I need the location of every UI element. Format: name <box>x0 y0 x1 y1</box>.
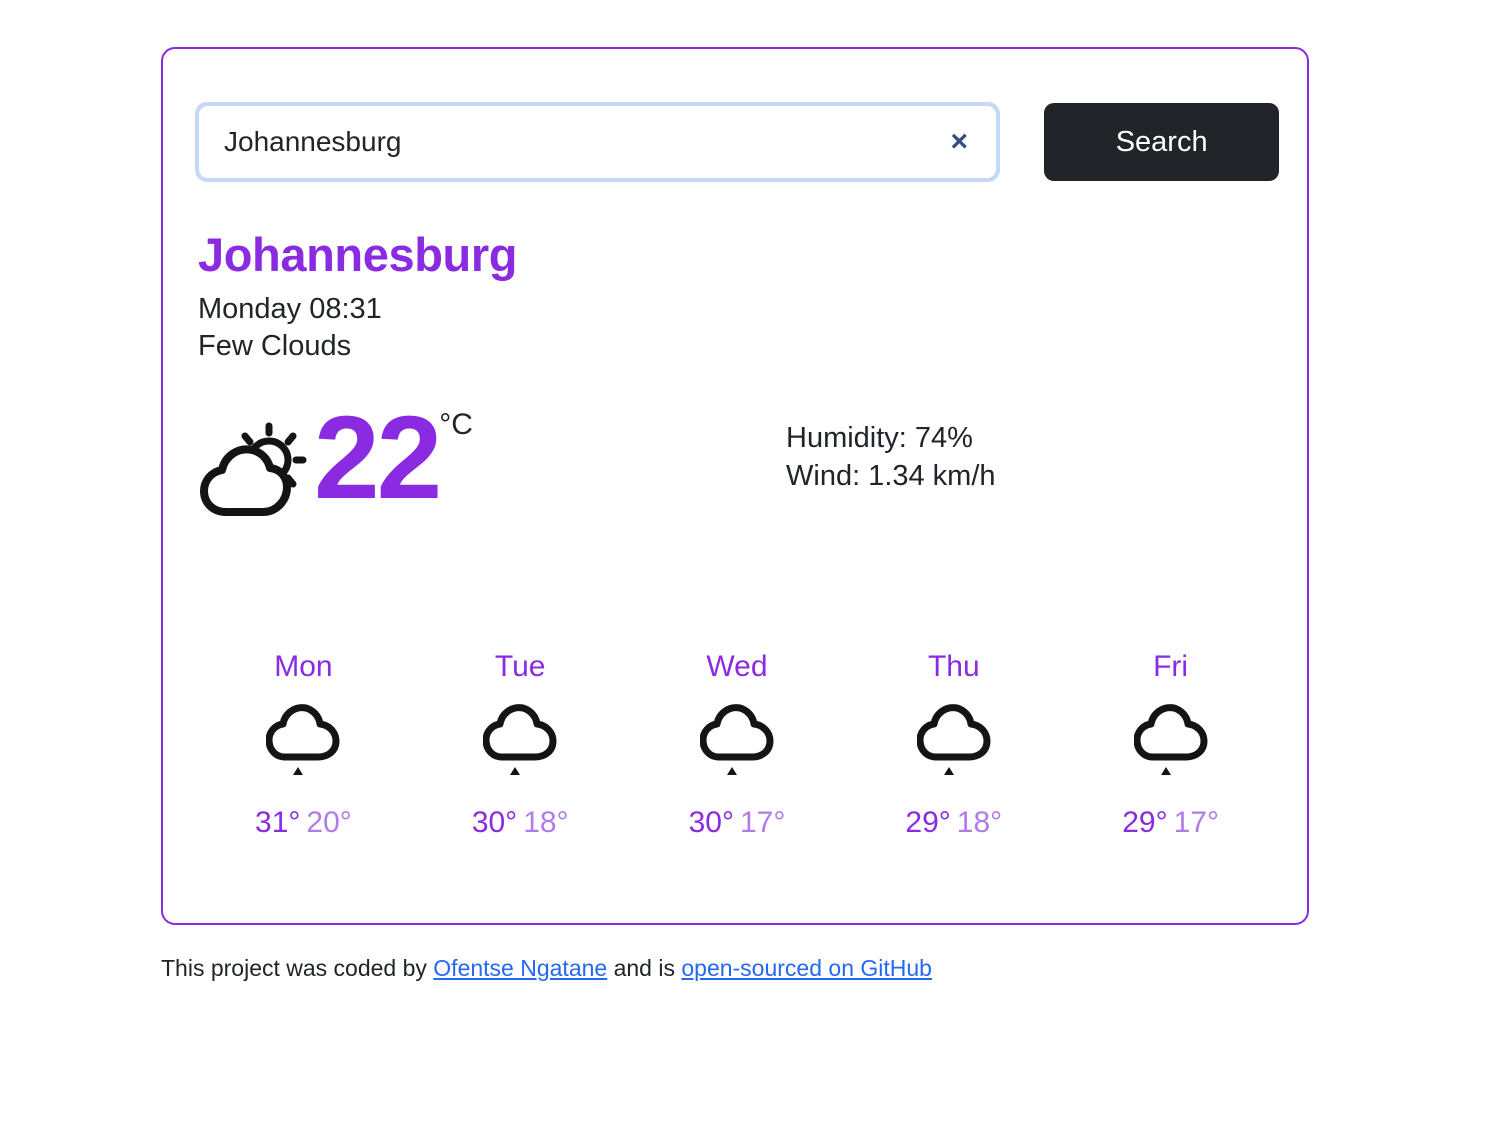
humidity-value: Humidity: 74% <box>786 422 973 455</box>
forecast-day-wed: Wed 30° 17° <box>629 649 846 841</box>
forecast-temp-max: 31° <box>255 806 301 839</box>
raindrop-shape <box>726 767 737 775</box>
footer-credit: This project was coded by Ofentse Ngatan… <box>161 955 932 982</box>
forecast-day-label: Tue <box>494 650 546 683</box>
weather-app-page: × Search Johannesburg Monday 08:31 Few C… <box>0 0 1501 1146</box>
current-description: Few Clouds <box>198 330 352 363</box>
forecast-temp-max: 30° <box>688 806 734 839</box>
rain-cloud-icon <box>266 704 340 775</box>
forecast-day-temps: 29° 17° <box>1062 805 1279 841</box>
search-input-wrapper: × <box>195 102 1001 182</box>
forecast-day-temps: 29° 18° <box>845 805 1062 841</box>
few-clouds-icon <box>200 422 307 517</box>
forecast-day-tue: Tue 30° 18° <box>412 649 629 841</box>
forecast-row: Mon 31° 20° Tue 30° 18° Wed 30° 17° Thu … <box>195 649 1279 841</box>
forecast-temp-max: 30° <box>471 806 518 839</box>
raindrop-shape <box>943 767 954 775</box>
forecast-day-thu: Thu 29° 18° <box>845 649 1062 841</box>
weather-card: × Search Johannesburg Monday 08:31 Few C… <box>161 47 1309 925</box>
city-name: Johannesburg <box>198 228 518 281</box>
current-conditions: Johannesburg Monday 08:31 Few Clouds 22 … <box>198 228 1278 528</box>
current-datetime: Monday 08:31 <box>198 292 382 325</box>
forecast-day-mon: Mon 31° 20° <box>195 649 412 841</box>
search-row: × Search <box>195 102 1279 182</box>
forecast-day-label: Mon <box>274 650 333 683</box>
forecast-temp-min: 18° <box>523 806 569 839</box>
temperature-unit: °C <box>439 408 473 442</box>
forecast-temp-min: 20° <box>306 806 352 839</box>
forecast-temp-min: 17° <box>1173 806 1219 839</box>
forecast-temp-max: 29° <box>1122 806 1168 839</box>
search-button[interactable]: Search <box>1044 103 1279 181</box>
clear-icon[interactable]: × <box>944 127 974 157</box>
rain-cloud-icon <box>699 704 774 775</box>
forecast-day-label: Thu <box>927 650 980 683</box>
forecast-temp-min: 17° <box>739 806 786 839</box>
forecast-day-fri: Fri 29° 17° <box>1062 649 1279 841</box>
current-readout-row: 22 °C Humidity: 74% Wind: 1.34 km/h <box>198 392 1278 528</box>
raindrop-shape <box>293 767 304 775</box>
temperature-group: 22 °C <box>198 392 758 528</box>
search-input[interactable] <box>199 106 997 178</box>
forecast-day-temps: 31° 20° <box>195 805 412 841</box>
temperature-value: 22 <box>314 392 442 525</box>
wind-value: Wind: 1.34 km/h <box>786 459 996 492</box>
author-link[interactable]: Ofentse Ngatane <box>433 955 607 981</box>
github-link[interactable]: open-sourced on GitHub <box>681 955 932 981</box>
footer-middle: and is <box>607 955 682 981</box>
forecast-day-label: Fri <box>1153 650 1189 683</box>
raindrop-shape <box>510 767 521 775</box>
rain-cloud-icon <box>483 704 557 775</box>
forecast-temp-min: 18° <box>956 806 1003 839</box>
raindrop-shape <box>1160 767 1171 775</box>
forecast-temp-max: 29° <box>905 806 951 839</box>
forecast-day-label: Wed <box>706 650 768 683</box>
rain-cloud-icon <box>916 704 991 775</box>
forecast-day-temps: 30° 18° <box>412 805 629 841</box>
cloud-shape <box>200 445 291 517</box>
rain-cloud-icon <box>1133 704 1208 775</box>
footer-prefix: This project was coded by <box>161 955 434 981</box>
weather-details: Humidity: 74% Wind: 1.34 km/h <box>786 402 996 495</box>
forecast-day-temps: 30° 17° <box>629 805 846 841</box>
